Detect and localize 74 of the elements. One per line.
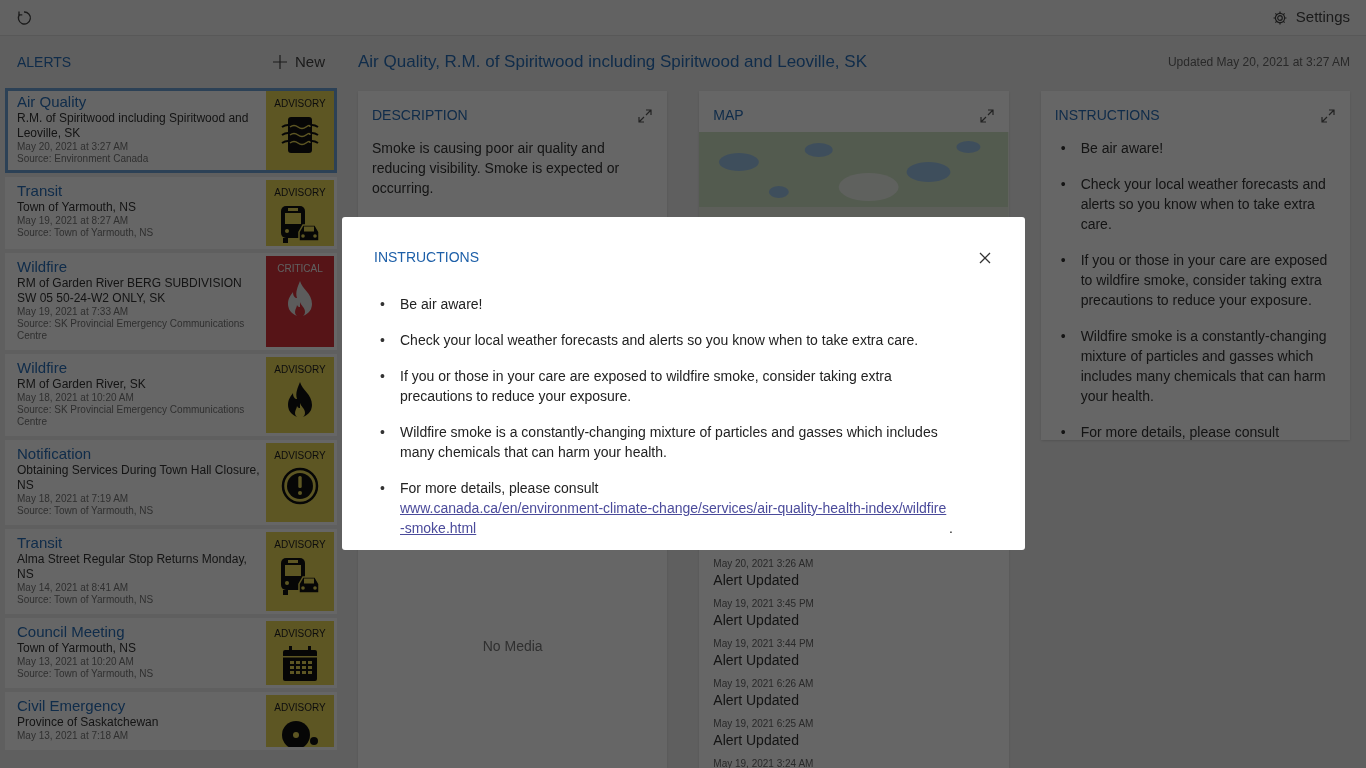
settings-button[interactable]: Settings bbox=[1271, 6, 1350, 29]
history-event: Alert Updated bbox=[713, 611, 800, 629]
alert-area: Town of Yarmouth, NS bbox=[17, 641, 262, 656]
close-icon[interactable] bbox=[979, 251, 991, 264]
alert-title: Air Quality bbox=[17, 93, 88, 111]
instruction-item: Check your local weather forecasts and alerts so you know when to take extra care. bbox=[400, 331, 919, 350]
exclamation-icon bbox=[281, 467, 319, 505]
period-text: . bbox=[949, 519, 953, 538]
alert-title: Transit bbox=[17, 534, 64, 552]
instruction-item: For more details, please consult bbox=[1080, 423, 1280, 440]
severity-label: ADVISORY bbox=[274, 97, 326, 111]
refresh-icon[interactable] bbox=[16, 9, 32, 26]
instruction-item: Wildfire smoke is a constantly-changing mixture of particles and gasses which includes many chemicals that can harm your health. bbox=[400, 423, 939, 462]
bus-car-icon bbox=[279, 556, 321, 598]
alert-title: Transit bbox=[17, 182, 64, 200]
sidebar-title: ALERTS bbox=[17, 52, 72, 72]
instruction-link[interactable]: www.canada.ca/en/environment-climate-change/services/air-quality-health-index/wildfire-smoke.html bbox=[400, 498, 950, 538]
bullet: • bbox=[380, 295, 386, 314]
history-event: Alert Updated bbox=[713, 651, 800, 669]
plus-icon bbox=[273, 55, 287, 69]
card-title: INSTRUCTIONS bbox=[1054, 106, 1160, 125]
history-event: Alert Updated bbox=[713, 731, 800, 749]
description-text: Smoke is causing poor air quality and reducing visibility. Smoke is expected or occurring. bbox=[371, 139, 621, 198]
severity-label: ADVISORY bbox=[274, 538, 326, 552]
history-date: May 20, 2021 3:26 AM bbox=[713, 557, 815, 571]
calendar-icon bbox=[281, 645, 319, 683]
expand-icon[interactable] bbox=[637, 107, 654, 124]
card-title: MAP bbox=[713, 106, 744, 125]
severity-label: ADVISORY bbox=[274, 701, 326, 715]
severity-label: CRITICAL bbox=[277, 262, 323, 276]
instruction-item: Wildfire smoke is a constantly-changing mixture of particles and gasses which includes many chemicals that can harm your health. bbox=[1080, 327, 1328, 406]
bullet: • bbox=[1060, 251, 1067, 270]
bullet: • bbox=[1060, 327, 1067, 346]
alert-title: Notification bbox=[17, 445, 93, 463]
alert-title: Wildfire bbox=[17, 359, 68, 377]
instruction-item: For more details, please consult bbox=[400, 479, 600, 498]
alert-area: RM of Garden River BERG SUBDIVISION SW 05 50-24-W2 ONLY, SK bbox=[17, 276, 262, 306]
alert-title: Civil Emergency bbox=[17, 697, 127, 715]
instruction-item: Be air aware! bbox=[1080, 139, 1164, 158]
expand-icon[interactable] bbox=[978, 107, 995, 124]
alert-title: Wildfire bbox=[17, 258, 68, 276]
bus-car-icon bbox=[279, 204, 321, 246]
new-button[interactable]: New bbox=[273, 50, 325, 74]
history-event: Alert Updated bbox=[713, 571, 800, 589]
settings-icon bbox=[1271, 9, 1288, 26]
expand-icon[interactable] bbox=[1320, 107, 1336, 124]
siren-icon bbox=[280, 719, 320, 747]
instruction-item: If you or those in your care are exposed to wildfire smoke, consider taking extra precautions to reduce your exposure. bbox=[1080, 251, 1329, 310]
dialog-title: INSTRUCTIONS bbox=[374, 248, 479, 267]
air-quality-icon bbox=[280, 115, 320, 155]
alert-area: Town of Yarmouth, NS bbox=[17, 200, 262, 215]
severity-label: ADVISORY bbox=[274, 627, 326, 641]
bullet: • bbox=[1060, 175, 1067, 194]
alert-title: Council Meeting bbox=[17, 623, 126, 641]
alert-area: Province of Saskatchewan bbox=[17, 715, 262, 730]
bullet: • bbox=[380, 479, 386, 498]
history-event: Alert Updated bbox=[713, 691, 800, 709]
card-title: DESCRIPTION bbox=[372, 106, 468, 125]
alert-heading: Air Quality, R.M. of Spiritwood including Spiritwood and Leoville, SK bbox=[358, 51, 867, 74]
bullet: • bbox=[1060, 139, 1067, 158]
instruction-item: Check your local weather forecasts and alerts so you know when to take extra care. bbox=[1080, 175, 1327, 234]
alert-area: Alma Street Regular Stop Returns Monday, NS bbox=[17, 552, 262, 582]
bullet: • bbox=[380, 423, 386, 442]
bullet: • bbox=[380, 367, 386, 386]
severity-label: ADVISORY bbox=[274, 449, 326, 463]
alert-area: RM of Garden River, SK bbox=[17, 377, 262, 392]
alert-area: R.M. of Spiritwood including Spiritwood and Leoville, SK bbox=[17, 111, 262, 141]
bullet: • bbox=[1060, 423, 1067, 440]
alert-area: Obtaining Services During Town Hall Closure, NS bbox=[17, 463, 262, 493]
bullet: • bbox=[380, 331, 386, 350]
instruction-item: If you or those in your care are exposed to wildfire smoke, consider taking extra precautions to reduce your exposure. bbox=[400, 367, 893, 406]
severity-label: ADVISORY bbox=[274, 363, 326, 377]
instruction-item: Be air aware! bbox=[400, 295, 483, 314]
severity-label: ADVISORY bbox=[274, 186, 326, 200]
